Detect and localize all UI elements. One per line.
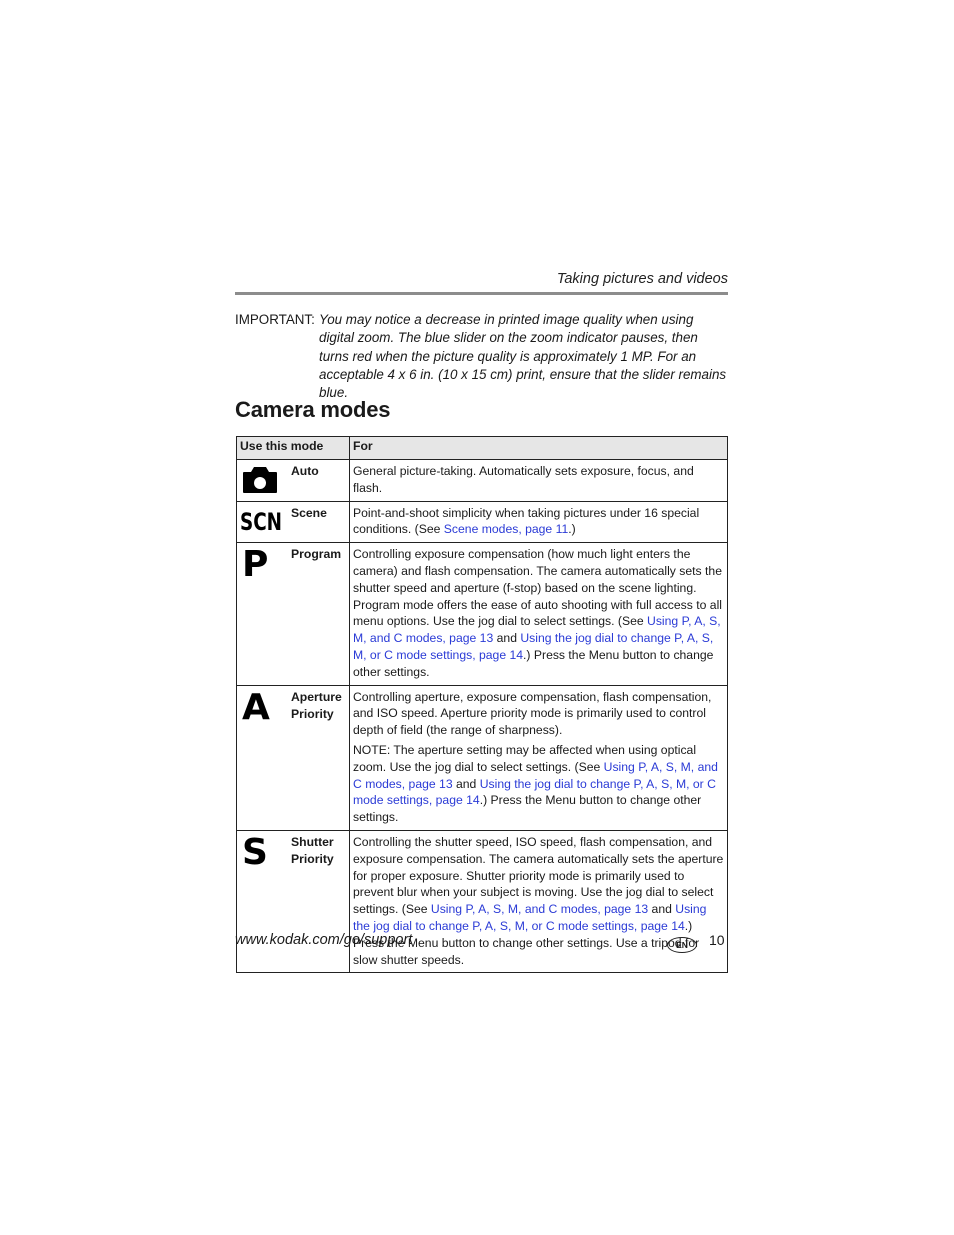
description-text: Controlling aperture, exposure compensat… xyxy=(353,689,712,738)
mode-label-line: Aperture xyxy=(291,689,342,704)
aperture-note: NOTE: The aperture setting may be affect… xyxy=(353,742,724,826)
mode-label-line: Shutter xyxy=(291,834,334,849)
mode-description: Point-and-shoot simplicity when taking p… xyxy=(349,500,728,544)
mode-description: Controlling aperture, exposure compensat… xyxy=(349,684,728,831)
table-row: Auto General picture-taking. Automatical… xyxy=(236,459,728,502)
mode-cell-auto: Auto xyxy=(236,459,350,502)
important-label: IMPORTANT: xyxy=(235,312,315,327)
mode-cell-program: P Program xyxy=(236,542,350,686)
running-head: Taking pictures and videos xyxy=(556,271,728,287)
mode-description: General picture-taking. Automatically se… xyxy=(349,459,728,502)
mode-label: Aperture Priority xyxy=(291,686,349,723)
description-text: and xyxy=(493,631,521,646)
link-scene-modes[interactable]: Scene modes, page 11 xyxy=(444,522,568,536)
header-use-this-mode: Use this mode xyxy=(236,436,350,460)
header-for: For xyxy=(349,436,728,460)
header-rule xyxy=(235,292,728,295)
section-title: Camera modes xyxy=(235,397,391,422)
program-p-icon: P xyxy=(242,544,269,586)
table-row: SCN Scene Point-and-shoot simplicity whe… xyxy=(236,500,728,544)
table-header-row: Use this mode For xyxy=(236,436,728,460)
aperture-a-icon: A xyxy=(242,686,270,728)
mode-label: Scene xyxy=(291,505,327,520)
camera-icon xyxy=(243,467,277,498)
description-text: and xyxy=(452,776,480,791)
mode-cell-scene: SCN Scene xyxy=(236,500,350,544)
table-row: A Aperture Priority Controlling aperture,… xyxy=(236,684,728,831)
camera-modes-table: Use this mode For Auto General picture-t… xyxy=(236,436,728,974)
description-text: and xyxy=(648,902,676,917)
support-url[interactable]: www.kodak.com/go/support xyxy=(235,932,412,948)
scn-icon: SCN xyxy=(240,507,283,536)
mode-cell-shutter: S Shutter Priority xyxy=(236,829,350,974)
description-text: .) xyxy=(568,522,576,537)
page-number: 10 xyxy=(709,932,725,948)
link-using-pasmc-modes[interactable]: Using P, A, S, M, and C modes, page 13 xyxy=(431,902,648,916)
table-row: S Shutter Priority Controlling the shutte… xyxy=(236,829,728,974)
mode-cell-aperture: A Aperture Priority xyxy=(236,684,350,831)
mode-description: Controlling the shutter speed, ISO speed… xyxy=(349,829,728,974)
important-note: IMPORTANT: You may notice a decrease in … xyxy=(235,311,728,402)
shutter-s-icon: S xyxy=(242,831,268,873)
mode-label-line: Priority xyxy=(291,706,334,721)
mode-description: Controlling exposure compensation (how m… xyxy=(349,542,728,686)
language-badge: EN xyxy=(667,937,697,953)
mode-label: Program xyxy=(291,547,342,562)
table-row: P Program Controlling exposure compensat… xyxy=(236,542,728,686)
mode-label: Auto xyxy=(291,464,319,478)
important-text: You may notice a decrease in printed ima… xyxy=(319,312,727,401)
mode-label: Shutter Priority xyxy=(291,831,349,868)
mode-label-line: Priority xyxy=(291,851,334,866)
